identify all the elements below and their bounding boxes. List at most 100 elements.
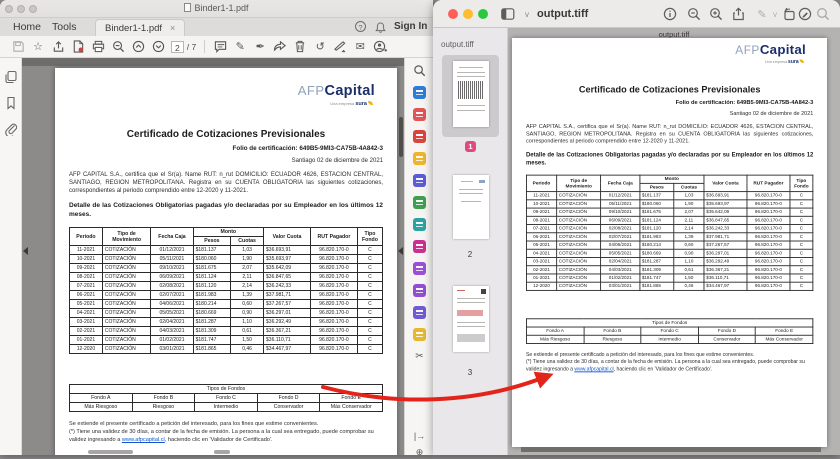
thumbnail-content <box>481 289 486 294</box>
add-tools-icon[interactable]: ⊕ <box>413 446 426 459</box>
document-scrollbar-thumb[interactable] <box>399 117 403 157</box>
table-cell: 2,11 <box>674 217 704 225</box>
next-page-icon[interactable] <box>148 39 168 55</box>
tab-tools[interactable]: Tools <box>52 18 77 36</box>
sign-document-icon[interactable] <box>330 39 350 55</box>
pages-panel-icon[interactable] <box>4 70 18 84</box>
table-row: 01-2021COTIZACIÓN01/02/2021$181.7471,50$… <box>70 336 383 345</box>
rotate-icon[interactable]: ↺ <box>310 39 330 55</box>
save-icon[interactable] <box>8 39 28 55</box>
pdf-right-tool-panel: ✂ |→ ⊕ <box>404 58 433 455</box>
zoom-window-button[interactable] <box>478 9 488 19</box>
table-cell: COTIZACIÓN <box>557 241 601 249</box>
collapse-left-panel-icon[interactable] <box>23 247 28 255</box>
share-icon[interactable] <box>730 7 746 21</box>
share-upload-icon[interactable] <box>48 39 68 55</box>
table-cell: $181.747 <box>193 336 231 345</box>
table-cell: $35.693,97 <box>264 255 311 264</box>
highlighter-tool-icon[interactable] <box>413 240 426 253</box>
expand-panel-icon[interactable]: |→ <box>413 430 426 443</box>
table-cell: 1,50 <box>674 274 704 282</box>
convert-pages-icon[interactable] <box>413 174 426 187</box>
esign-person-icon[interactable] <box>413 284 426 297</box>
combine-files-icon[interactable] <box>413 328 426 341</box>
table-cell: $35.642,09 <box>264 264 311 273</box>
translate-chat-icon[interactable] <box>413 218 426 231</box>
collapse-right-panel-icon[interactable] <box>398 247 403 255</box>
comment-icon[interactable] <box>210 39 230 55</box>
table-cell: COTIZACIÓN <box>102 273 151 282</box>
email-icon[interactable]: ✉ <box>350 39 370 55</box>
afp-capital-logo: AFPCapital <box>526 42 813 58</box>
sidebar-toggle-icon[interactable] <box>501 7 517 21</box>
zoom-in-icon[interactable] <box>708 7 724 21</box>
close-window-button[interactable] <box>448 9 458 19</box>
col-header-fecha-caja: Fecha Caja <box>601 175 640 191</box>
sidebar-chevron-icon[interactable]: v <box>519 7 535 21</box>
table-cell: $34.467,97 <box>264 345 311 354</box>
table-cell: 09/10/2021 <box>601 208 640 216</box>
zoom-out-icon[interactable] <box>686 7 702 21</box>
rotate-left-icon[interactable] <box>781 7 797 21</box>
afpcapital-link[interactable]: www.afpcapital.cl <box>574 367 613 372</box>
table-cell: COTIZACIÓN <box>557 192 601 200</box>
fill-sign-icon[interactable] <box>413 306 426 319</box>
favorite-star-icon[interactable]: ☆ <box>28 39 48 55</box>
sura-tagline: Una empresa sura <box>69 101 383 107</box>
col-header-monto: Monto <box>640 175 704 183</box>
afpcapital-link[interactable]: www.afpcapital.cl <box>122 437 165 443</box>
print-icon[interactable] <box>88 39 108 55</box>
new-page-icon[interactable] <box>68 39 88 55</box>
previous-page-icon[interactable] <box>128 39 148 55</box>
snip-scissors-icon[interactable]: ✂ <box>413 350 426 363</box>
table-cell: C <box>357 282 382 291</box>
organize-pages-icon[interactable] <box>413 108 426 121</box>
thumbnail-page-1[interactable] <box>453 61 489 127</box>
share-forward-icon[interactable] <box>270 39 290 55</box>
table-cell: $181.983 <box>640 233 674 241</box>
pdf-page: AFPCapital Una empresa sura Certificado … <box>55 68 397 455</box>
table-cell: COTIZACIÓN <box>557 249 601 257</box>
delete-trash-icon[interactable] <box>290 39 310 55</box>
table-cell: 01-2021 <box>526 274 556 282</box>
document-tab[interactable]: Binder1-1.pdf× <box>95 19 185 36</box>
pencil-edit-icon[interactable]: ✎ <box>230 39 250 55</box>
search-icon[interactable] <box>815 7 831 21</box>
comments-panel-icon[interactable] <box>413 152 426 165</box>
table-cell: 04/06/2021 <box>601 241 640 249</box>
thumbnail-page-2[interactable] <box>453 175 489 239</box>
export-pdf-icon[interactable] <box>413 130 426 143</box>
tab-home[interactable]: Home <box>13 18 41 36</box>
table-cell: $36.367,21 <box>264 327 311 336</box>
info-icon[interactable] <box>662 7 678 21</box>
certificate-folio: Folio de certificación: 649B5-9MI3-CA75B… <box>526 100 813 106</box>
thumbnail-content <box>457 76 485 77</box>
search-icon[interactable] <box>413 64 426 77</box>
bookmarks-panel-icon[interactable] <box>4 96 18 110</box>
pdf-document-viewport[interactable]: AFPCapital Una empresa sura Certificado … <box>22 58 404 455</box>
minimize-window-button[interactable] <box>463 9 473 19</box>
close-tab-icon[interactable]: × <box>170 23 175 33</box>
table-cell: Más Conservador <box>320 403 383 412</box>
table-cell: 1,90 <box>674 200 704 208</box>
table-cell: $181.983 <box>193 291 231 300</box>
table-cell: 04/03/2021 <box>601 266 640 274</box>
ink-signature-icon[interactable]: ✒ <box>250 39 270 55</box>
help-icon[interactable]: ? <box>355 21 366 32</box>
zoom-out-icon[interactable] <box>108 39 128 55</box>
table-cell: 1,39 <box>231 291 264 300</box>
detail-heading: Detalle de las Cotizaciones Obligatorias… <box>69 202 383 219</box>
share-person-icon[interactable] <box>370 39 390 55</box>
create-pdf-icon[interactable] <box>413 86 426 99</box>
table-cell: 09/10/2021 <box>151 264 193 273</box>
preview-thumbnail-sidebar: output.tiff 1 2 3 <box>433 28 508 455</box>
table-cell: $181.309 <box>640 266 674 274</box>
thumbnail-page-3[interactable] <box>453 286 489 352</box>
edit-pdf-icon[interactable] <box>413 262 426 275</box>
export-excel-icon[interactable] <box>413 196 426 209</box>
attachments-panel-icon[interactable] <box>4 122 18 136</box>
page-number-input[interactable]: 2 <box>171 41 184 53</box>
markup-toolbar-icon[interactable] <box>797 7 813 21</box>
sign-in-button[interactable]: Sign In <box>394 18 427 36</box>
table-cell: Riesgoso <box>584 336 641 344</box>
